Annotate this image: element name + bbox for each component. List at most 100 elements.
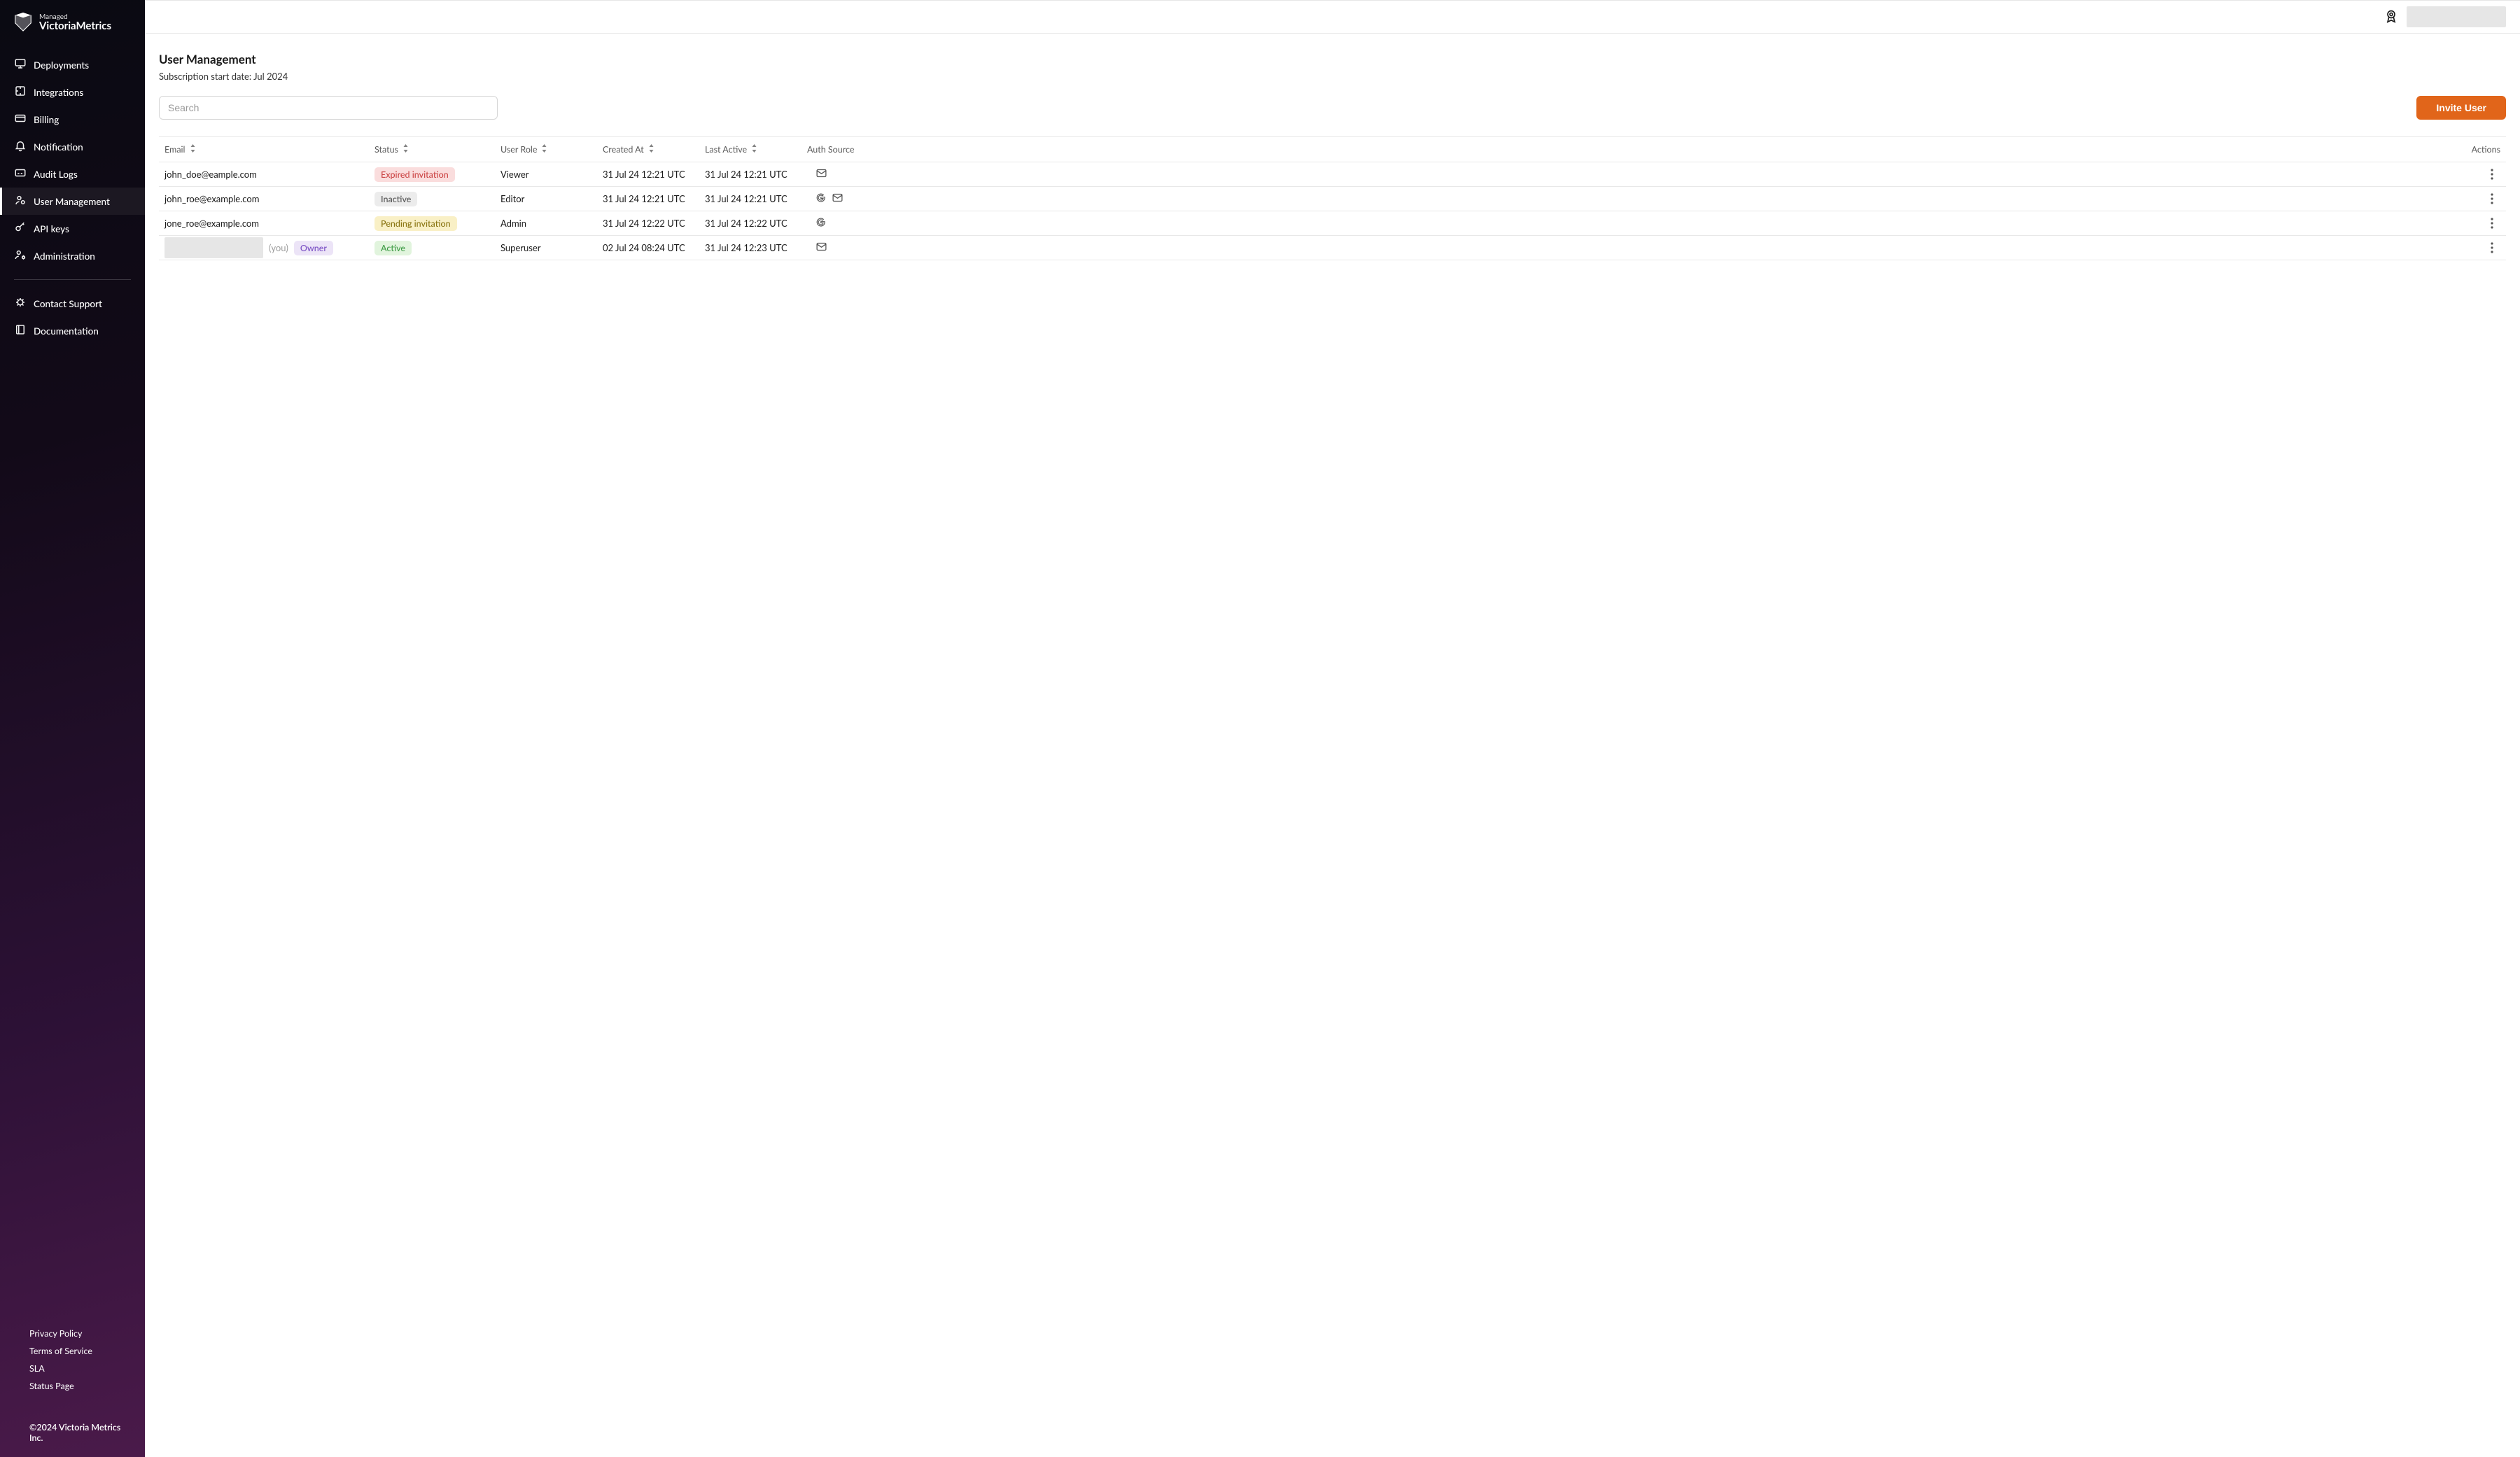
cell-actions [2478, 242, 2500, 253]
sidebar-item-label: Notification [34, 141, 83, 153]
col-created[interactable]: Created At [603, 144, 705, 155]
cell-last-active: 31 Jul 24 12:21 UTC [705, 193, 807, 204]
sidebar-footer-links: Privacy Policy Terms of Service SLA Status … [0, 1328, 145, 1405]
cell-auth-source [807, 167, 918, 181]
status-badge: Pending invitation [374, 216, 457, 231]
col-role[interactable]: User Role [500, 144, 603, 155]
footer-link-tos[interactable]: Terms of Service [29, 1346, 132, 1356]
footer-link-sla[interactable]: SLA [29, 1363, 132, 1374]
sidebar-item-notification[interactable]: Notification [0, 133, 145, 160]
status-badge: Expired invitation [374, 167, 455, 182]
mail-icon [816, 167, 827, 181]
cell-email: john_doe@eample.com [164, 169, 374, 180]
cell-created: 02 Jul 24 08:24 UTC [603, 242, 705, 253]
cell-role: Admin [500, 218, 603, 229]
col-status[interactable]: Status [374, 144, 500, 155]
sort-icon [402, 144, 409, 155]
you-label: (you) [269, 242, 288, 253]
account-menu[interactable] [2407, 6, 2506, 27]
sidebar-item-label: Documentation [34, 325, 99, 337]
cell-actions [2478, 193, 2500, 204]
main-area: User Management Subscription start date:… [145, 0, 2520, 1457]
cell-email: jone_roe@example.com [164, 218, 374, 229]
table-row: (you) Owner Active Superuser02 Jul 24 08:24… [159, 236, 2506, 260]
col-email[interactable]: Email [164, 144, 374, 155]
award-icon[interactable] [2384, 9, 2398, 25]
sidebar-item-label: Deployments [34, 59, 89, 71]
key-icon [14, 221, 27, 236]
sidebar-item-deployments[interactable]: Deployments [0, 51, 145, 78]
cell-status: Inactive [374, 192, 500, 206]
user-email: john_roe@example.com [164, 193, 259, 204]
book-icon [14, 323, 27, 338]
table-row: john_doe@eample.comExpired invitation Vie… [159, 162, 2506, 187]
cell-auth-source [807, 217, 918, 230]
sidebar-item-label: Contact Support [34, 298, 102, 309]
sidebar: Managed VictoriaMetrics Deployments Integ… [0, 0, 145, 1457]
status-badge: Active [374, 241, 412, 255]
table-row: john_roe@example.com InactiveEditor 31 Jul… [159, 187, 2506, 211]
cell-actions [2478, 169, 2500, 180]
user-cog-icon [14, 248, 27, 263]
bug-icon [14, 296, 27, 311]
bell-icon [14, 139, 27, 154]
sort-icon [541, 144, 547, 155]
row-actions-button[interactable] [2484, 169, 2500, 180]
brand-icon [13, 11, 34, 34]
cell-email: (you) Owner [164, 237, 374, 258]
cell-role: Viewer [500, 169, 603, 180]
row-actions-button[interactable] [2484, 242, 2500, 253]
footer-link-status[interactable]: Status Page [29, 1381, 132, 1391]
cell-role: Editor [500, 193, 603, 204]
cell-role: Superuser [500, 242, 603, 253]
page-title: User Management [159, 52, 2506, 66]
sort-icon [190, 144, 196, 155]
sidebar-item-billing[interactable]: Billing [0, 106, 145, 133]
owner-badge: Owner [294, 241, 333, 255]
cell-status: Expired invitation [374, 167, 500, 182]
copyright: ©2024 Victoria Metrics Inc. [0, 1405, 145, 1457]
cell-status: Active [374, 241, 500, 255]
cell-email: john_roe@example.com [164, 193, 374, 204]
sidebar-item-integrations[interactable]: Integrations [0, 78, 145, 106]
page-content: User Management Subscription start date:… [145, 34, 2520, 279]
sidebar-item-label: Administration [34, 251, 95, 262]
mail-icon [816, 241, 827, 255]
sort-icon [751, 144, 757, 155]
sidebar-item-label: API keys [34, 223, 69, 234]
footer-link-privacy[interactable]: Privacy Policy [29, 1328, 132, 1339]
cell-status: Pending invitation [374, 216, 500, 231]
sort-icon [648, 144, 654, 155]
row-actions-button[interactable] [2484, 218, 2500, 229]
cell-auth-source [807, 241, 918, 255]
brand-text: Managed VictoriaMetrics [39, 13, 111, 31]
sidebar-divider [14, 279, 131, 280]
mail-icon [832, 192, 844, 206]
sidebar-item-administration[interactable]: Administration [0, 242, 145, 269]
row-actions-button[interactable] [2484, 193, 2500, 204]
cell-actions [2478, 218, 2500, 229]
cc-icon [14, 167, 27, 181]
sidebar-item-label: Integrations [34, 87, 83, 98]
cell-last-active: 31 Jul 24 12:23 UTC [705, 242, 807, 253]
col-last-active[interactable]: Last Active [705, 144, 807, 155]
sidebar-item-label: Billing [34, 114, 59, 125]
cell-last-active: 31 Jul 24 12:21 UTC [705, 169, 807, 180]
redacted-email [164, 237, 263, 258]
sidebar-item-contact-support[interactable]: Contact Support [0, 290, 145, 317]
google-icon [816, 192, 826, 205]
monitor-icon [14, 57, 27, 72]
user-gear-icon [14, 194, 27, 209]
brand-logo[interactable]: Managed VictoriaMetrics [0, 0, 145, 51]
sidebar-item-user-management[interactable]: User Management [0, 188, 145, 215]
sidebar-item-api-keys[interactable]: API keys [0, 215, 145, 242]
page-subtitle: Subscription start date: Jul 2024 [159, 71, 2506, 82]
sidebar-item-documentation[interactable]: Documentation [0, 317, 145, 344]
google-icon [816, 217, 826, 230]
search-input[interactable] [159, 96, 498, 120]
col-auth-source: Auth Source [807, 144, 918, 155]
support-nav: Contact Support Documentation [0, 290, 145, 344]
invite-user-button[interactable]: Invite User [2416, 96, 2506, 120]
sidebar-item-audit-logs[interactable]: Audit Logs [0, 160, 145, 188]
user-email: jone_roe@example.com [164, 218, 259, 229]
